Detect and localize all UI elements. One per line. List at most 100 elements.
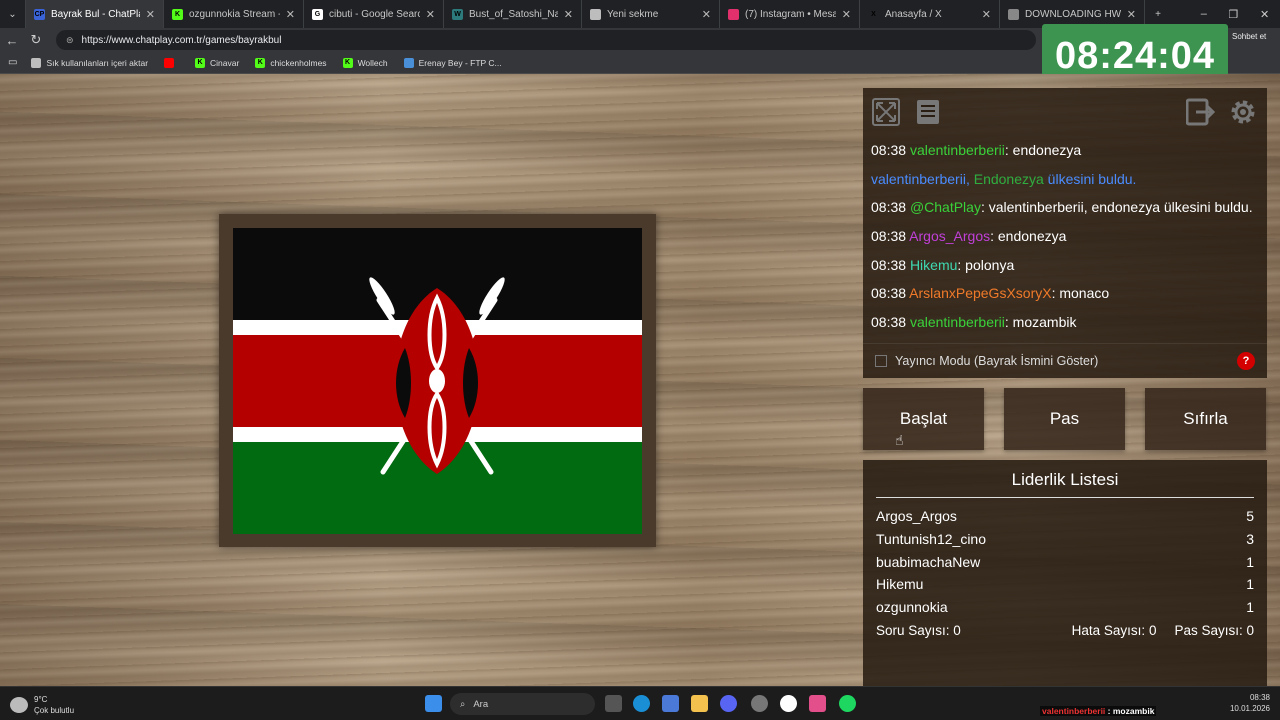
app-icon[interactable] (751, 695, 768, 712)
overlay-text: : mozambik (1105, 706, 1155, 716)
browser-tab[interactable]: Yeni sekme ✕ (582, 0, 720, 28)
chrome-icon[interactable] (780, 695, 797, 712)
leaderboard-name: buabimachaNew (876, 553, 981, 570)
bookmark-item[interactable]: Erenay Bey - FTP C... (403, 57, 502, 68)
chat-time: 08:38 (871, 228, 907, 245)
reset-button[interactable]: Sıfırla (1145, 388, 1266, 450)
stream-chat-overlay: valentinberberii : mozambik (1040, 706, 1157, 716)
cloud-icon (10, 697, 28, 713)
tab-search-button[interactable]: ⌄ (0, 0, 26, 28)
bookmark-item[interactable]: K Wollech (342, 57, 388, 68)
edge-icon[interactable] (633, 695, 650, 712)
bookmark-favicon-icon (31, 57, 42, 68)
chat-text: : mozambik (1004, 314, 1077, 331)
chat-username: valentinberberii (909, 142, 1005, 158)
browser-tab[interactable]: X Anasayfa / X ✕ (860, 0, 1000, 28)
chat-panel: 08:38 valentinberberii: endonezya valenti… (863, 88, 1267, 378)
tab-close-icon[interactable]: ✕ (702, 8, 711, 21)
window-controls: – ❐ ✕ (1190, 8, 1280, 21)
tab-favicon-icon: W (452, 8, 463, 20)
tray-time: 08:38 (1249, 693, 1270, 702)
bookmark-item[interactable]: Kchickenholmes (255, 57, 327, 68)
tab-close-icon[interactable]: ✕ (426, 8, 435, 21)
maximize-icon[interactable]: ❐ (1229, 8, 1239, 21)
discord-icon[interactable] (720, 695, 737, 712)
browser-tab[interactable]: Gcibuti - Google Search ✕ (304, 0, 444, 28)
tab-close-icon[interactable]: ✕ (564, 8, 573, 21)
leaderboard-score: 3 (1246, 530, 1254, 547)
bookmark-item[interactable] (164, 57, 179, 68)
chat-system-part: Endonezya (973, 170, 1044, 187)
pass-button[interactable]: Pas (1004, 388, 1125, 450)
bookmark-item[interactable]: Sık kullanılanları içeri aktar (31, 57, 148, 68)
bookmark-favicon-icon (164, 57, 175, 68)
sohbet-button[interactable]: Sohbet et (1232, 32, 1266, 41)
chat-time: 08:38 (871, 199, 907, 216)
leaderboard-name: Hikemu (876, 576, 924, 593)
tab-close-icon[interactable]: ✕ (146, 8, 155, 21)
leaderboard-score: 1 (1246, 553, 1254, 570)
streamer-mode-checkbox[interactable] (875, 355, 887, 367)
gear-icon[interactable] (1227, 96, 1259, 128)
exit-icon[interactable] (1185, 96, 1217, 128)
tab-title: Yeni sekme (607, 8, 659, 20)
leaderboard-name: Argos_Argos (876, 508, 957, 524)
tab-title: Bayrak Bul - ChatPlay (51, 8, 140, 20)
chat-time: 08:38 (871, 285, 907, 302)
chat-message: 08:38 valentinberberii: endonezya (871, 140, 1259, 169)
leaderboard-row: Tuntunish12_cino 3 (876, 528, 1254, 551)
leaderboard-stats: Soru Sayısı: 0 Hata Sayısı: 0 Pas Sayısı… (876, 619, 1254, 641)
list-icon[interactable] (912, 96, 944, 128)
tab-close-icon[interactable]: ✕ (982, 8, 991, 21)
help-button[interactable]: ? (1237, 352, 1255, 370)
fullscreen-icon[interactable] (870, 96, 902, 128)
minimize-icon[interactable]: – (1201, 8, 1207, 21)
store-icon[interactable] (662, 695, 679, 712)
chat-username: Hikemu (909, 256, 958, 273)
bookmark-favicon-icon (403, 57, 414, 68)
tab-favicon-icon: K (172, 8, 183, 20)
close-window-icon[interactable]: ✕ (1260, 8, 1269, 21)
chat-message: 08:38 Hikemu: polonya (871, 255, 1259, 284)
bookmark-item[interactable]: K Cinavar (195, 57, 240, 68)
tab-favicon-icon (728, 8, 739, 20)
tab-close-icon[interactable]: ✕ (842, 8, 851, 21)
taskbar-search[interactable]: ⌕ Ara (450, 693, 595, 715)
chat-message: valentinberberii, Endonezya ülkesini bul… (871, 169, 1259, 198)
browser-tab[interactable]: (7) Instagram • Mesajlar ✕ (720, 0, 860, 28)
tab-close-icon[interactable]: ✕ (1127, 8, 1136, 21)
chat-username: ArslanxPepeGsXsoryX (909, 285, 1052, 302)
maps-icon[interactable] (809, 695, 826, 712)
leaderboard-score: 5 (1246, 508, 1254, 524)
file-explorer-icon[interactable] (691, 695, 708, 712)
browser-tab[interactable]: W Bust_of_Satoshi_Nakamoto_... ✕ (444, 0, 582, 28)
spotify-icon[interactable] (839, 695, 856, 712)
bookmark-label: Cinavar (210, 57, 240, 68)
browser-tab[interactable]: Kozgunnokia Stream - Kick D... ✕ (164, 0, 304, 28)
reload-button[interactable]: ↻ (24, 32, 48, 48)
windows-start-icon[interactable] (425, 695, 442, 712)
start-button[interactable]: Başlat (863, 388, 984, 450)
url-field[interactable]: ⊜ https://www.chatplay.com.tr/games/bayr… (56, 30, 1036, 50)
leaderboard-name: Tuntunish12_cino (876, 530, 987, 547)
chat-message: 08:38 ArslanxPepeGsXsoryX: monaco (871, 283, 1259, 312)
leaderboard-row: Hikemu 1 (876, 573, 1254, 596)
tab-title: DOWNLOADING HWMONIT... (1025, 8, 1121, 20)
task-view-icon[interactable] (605, 695, 622, 712)
site-info-icon[interactable]: ⊜ (66, 35, 74, 46)
leaderboard-name: ozgunnokia (876, 599, 948, 616)
tab-close-icon[interactable]: ✕ (286, 8, 295, 21)
tab-favicon-icon (1008, 8, 1019, 20)
error-count: Hata Sayısı: 0 (1071, 622, 1157, 638)
chat-time: 08:38 (871, 142, 907, 158)
weather-widget[interactable]: 9°C Çok bulutlu (10, 694, 74, 716)
back-button[interactable]: ← (0, 33, 24, 48)
chat-time: 08:38 (871, 256, 907, 273)
tab-groups-icon[interactable]: ▭ (8, 57, 17, 68)
browser-tab[interactable]: CP Bayrak Bul - ChatPlay ✕ (26, 0, 164, 28)
question-count: Soru Sayısı: 0 (876, 622, 961, 638)
chat-text: : endonezya (1004, 142, 1082, 158)
streamer-mode-row: Yayıncı Modu (Bayrak İsmini Göster) ? (863, 343, 1267, 378)
system-tray-clock[interactable]: 08:38 10.01.2026 (1230, 692, 1270, 714)
bookmark-list: Sık kullanılanları içeri aktar K Cinavar Kc… (31, 57, 517, 68)
